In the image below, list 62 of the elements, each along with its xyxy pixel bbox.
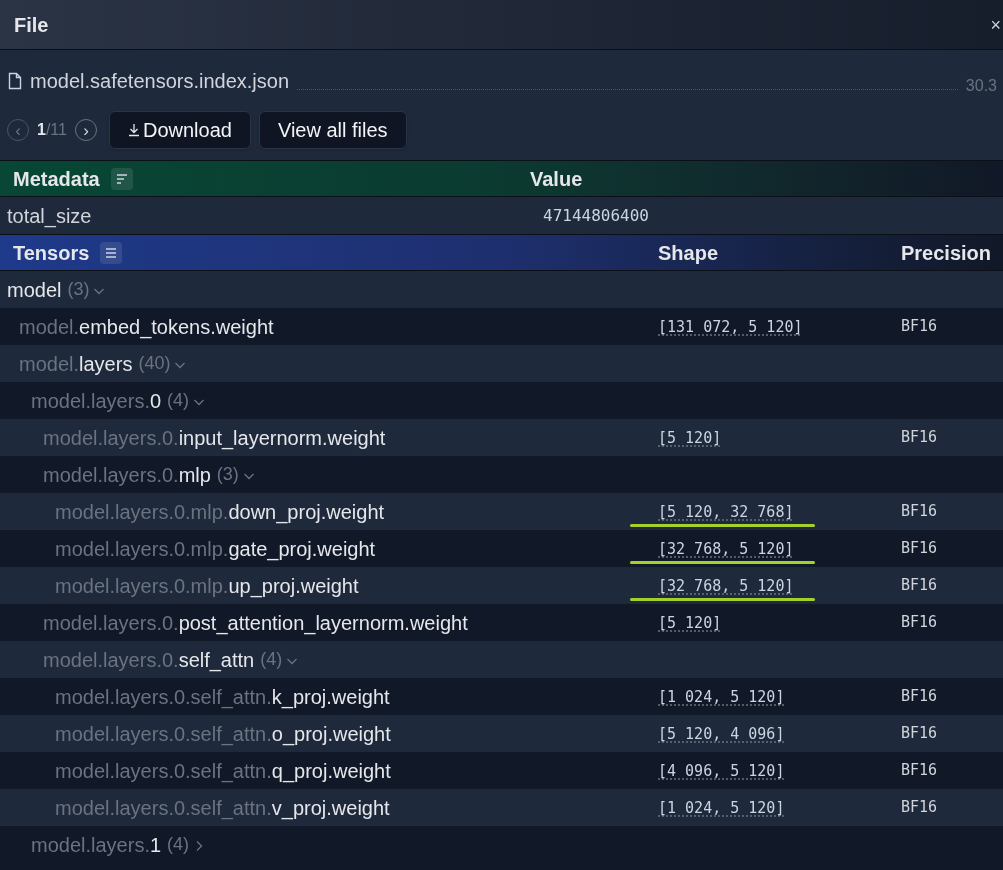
tensor-count: (4): [167, 389, 190, 412]
tensor-precision: BF16: [901, 501, 938, 523]
tensor-name: model.layers.0.self_attn: [43, 647, 255, 674]
tensor-name: model.layers.1: [31, 832, 162, 858]
tensor-shape[interactable]: [5 120]: [658, 613, 722, 632]
tensor-name: model.layers.0.mlp.down_proj.weight: [55, 499, 385, 526]
tensor-name: model.layers.0: [31, 388, 162, 414]
tensor-name: model.layers.0.mlp.gate_proj.weight: [55, 536, 376, 563]
tensor-precision: BF16: [901, 760, 938, 782]
tensor-shape[interactable]: [131 072, 5 120]: [658, 317, 803, 336]
tensor-precision: BF16: [901, 316, 938, 338]
tensor-shape[interactable]: [5 120, 32 768]: [658, 502, 794, 521]
tensor-name: model.layers.0.self_attn.k_proj.weight: [55, 684, 390, 711]
tensor-shape[interactable]: [5 120, 4 096]: [658, 724, 785, 743]
tensor-shape[interactable]: [1 024, 5 120]: [658, 687, 785, 706]
column-header: Metadata: [13, 166, 100, 192]
tensor-precision: BF16: [901, 686, 938, 708]
menu-button[interactable]: [100, 241, 123, 264]
tensor-precision: BF16: [901, 427, 938, 449]
tensor-shape[interactable]: [5 120]: [658, 428, 722, 447]
tensor-name: model.layers.0.input_layernorm.weight: [43, 425, 386, 452]
tensor-shape[interactable]: [32 768, 5 120]: [658, 539, 794, 558]
page-counter: 1/11: [37, 120, 67, 140]
metadata-key: total_size: [7, 204, 92, 227]
tensor-count: (3): [216, 463, 239, 486]
tensor-precision: BF16: [901, 797, 938, 819]
column-header: Tensors: [13, 240, 90, 266]
tensor-name: model: [7, 277, 62, 303]
column-header: Shape: [658, 241, 719, 264]
tensor-count: (40): [138, 352, 171, 375]
tensor-precision: BF16: [901, 612, 938, 634]
close-button[interactable]: ×: [990, 15, 1001, 34]
tensor-count: (4): [167, 833, 190, 856]
tensor-precision: BF16: [901, 538, 938, 560]
tensor-precision: BF16: [901, 723, 938, 745]
file-name: model.safetensors.index.json: [30, 69, 290, 94]
tensor-name: model.embed_tokens.weight: [19, 314, 274, 341]
download-icon: [127, 123, 140, 137]
tensor-name: model.layers: [19, 351, 133, 377]
tensor-name: model.layers.0.self_attn.v_proj.weight: [55, 795, 390, 822]
download-button[interactable]: Download: [108, 111, 251, 149]
file-size: 30.3: [965, 76, 997, 96]
view-files-button[interactable]: View all files: [258, 111, 407, 149]
menu-icon: [105, 246, 118, 259]
tensor-precision: BF16: [901, 575, 938, 597]
column-header: Precision: [901, 240, 992, 266]
tensor-shape[interactable]: [1 024, 5 120]: [658, 798, 785, 817]
column-header: Value: [530, 166, 583, 192]
tensor-shape[interactable]: [4 096, 5 120]: [658, 761, 785, 780]
tensor-name: model.layers.0.post_attention_layernorm.weight: [43, 610, 468, 637]
tensor-name: model.layers.0.mlp.up_proj.weight: [55, 573, 359, 600]
tensor-name: model.layers.0.self_attn.q_proj.weight: [55, 758, 391, 785]
dialog-title: File: [14, 12, 49, 38]
tensor-name: model.layers.0.mlp: [43, 462, 211, 488]
tensor-shape[interactable]: [32 768, 5 120]: [658, 576, 794, 595]
filter-button[interactable]: [110, 167, 133, 190]
tensor-name: model.layers.0.self_attn.o_proj.weight: [55, 721, 391, 748]
filter-icon: [115, 172, 128, 185]
metadata-value: 47144806400: [543, 204, 649, 227]
tensor-count: (3): [67, 278, 90, 301]
tensor-count: (4): [260, 648, 283, 671]
file-icon: [8, 72, 22, 90]
